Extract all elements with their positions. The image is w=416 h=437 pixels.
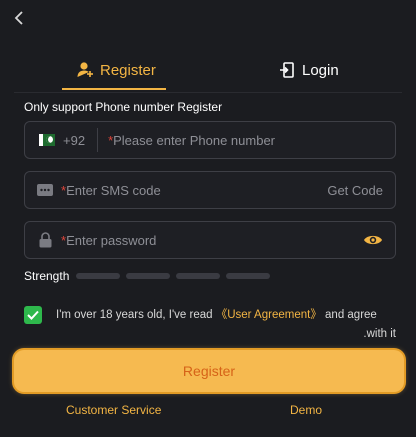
check-icon: [27, 310, 39, 320]
country-code[interactable]: +92: [63, 133, 85, 148]
tab-register[interactable]: Register: [76, 50, 156, 90]
agree-checkbox[interactable]: [24, 306, 42, 324]
register-hint: Only support Phone number Register: [24, 100, 223, 114]
tab-login[interactable]: Login: [278, 50, 339, 90]
customer-service-link[interactable]: Customer Service: [66, 403, 161, 417]
strength-meter: [76, 273, 270, 279]
sms-dots-icon: [37, 182, 53, 198]
active-tab-indicator: [62, 88, 166, 90]
password-field[interactable]: * Enter password: [24, 221, 396, 259]
agreement-text-after: and agree: [321, 309, 377, 321]
tab-register-label: Register: [100, 61, 156, 79]
lock-icon: [37, 232, 53, 248]
strength-segment: [76, 273, 120, 279]
agreement: I'm over 18 years old, I've read 《User A…: [24, 304, 396, 340]
strength-segment: [226, 273, 270, 279]
strength-segment: [176, 273, 220, 279]
user-add-icon: [77, 62, 93, 77]
strength-label: Strength: [24, 269, 70, 283]
sms-input-placeholder: Enter SMS code: [66, 182, 161, 198]
password-strength: Strength: [24, 269, 270, 283]
tabs-divider: [14, 92, 402, 93]
tab-login-label: Login: [302, 61, 339, 79]
password-input-placeholder: Enter password: [66, 232, 157, 248]
pakistan-flag-icon: [39, 134, 55, 146]
login-door-icon: [280, 62, 294, 78]
strength-segment: [126, 273, 170, 279]
phone-input-placeholder: Please enter Phone number: [113, 132, 276, 148]
show-password-eye-icon[interactable]: [363, 233, 383, 247]
get-code-button[interactable]: Get Code: [327, 183, 383, 198]
back-button[interactable]: [12, 10, 32, 30]
user-agreement-link[interactable]: 《User Agreement》: [216, 309, 322, 321]
sms-code-field[interactable]: * Enter SMS code Get Code: [24, 171, 396, 209]
chevron-left-icon: [14, 11, 23, 25]
register-button[interactable]: Register: [14, 350, 404, 392]
field-divider: [97, 128, 99, 152]
agreement-text-line2: .with it: [363, 328, 396, 340]
auth-tabs: Register Login: [0, 50, 416, 90]
agreement-text: I'm over 18 years old, I've read: [56, 309, 216, 321]
demo-link[interactable]: Demo: [290, 403, 322, 417]
phone-field[interactable]: +92 * Please enter Phone number: [24, 121, 396, 159]
